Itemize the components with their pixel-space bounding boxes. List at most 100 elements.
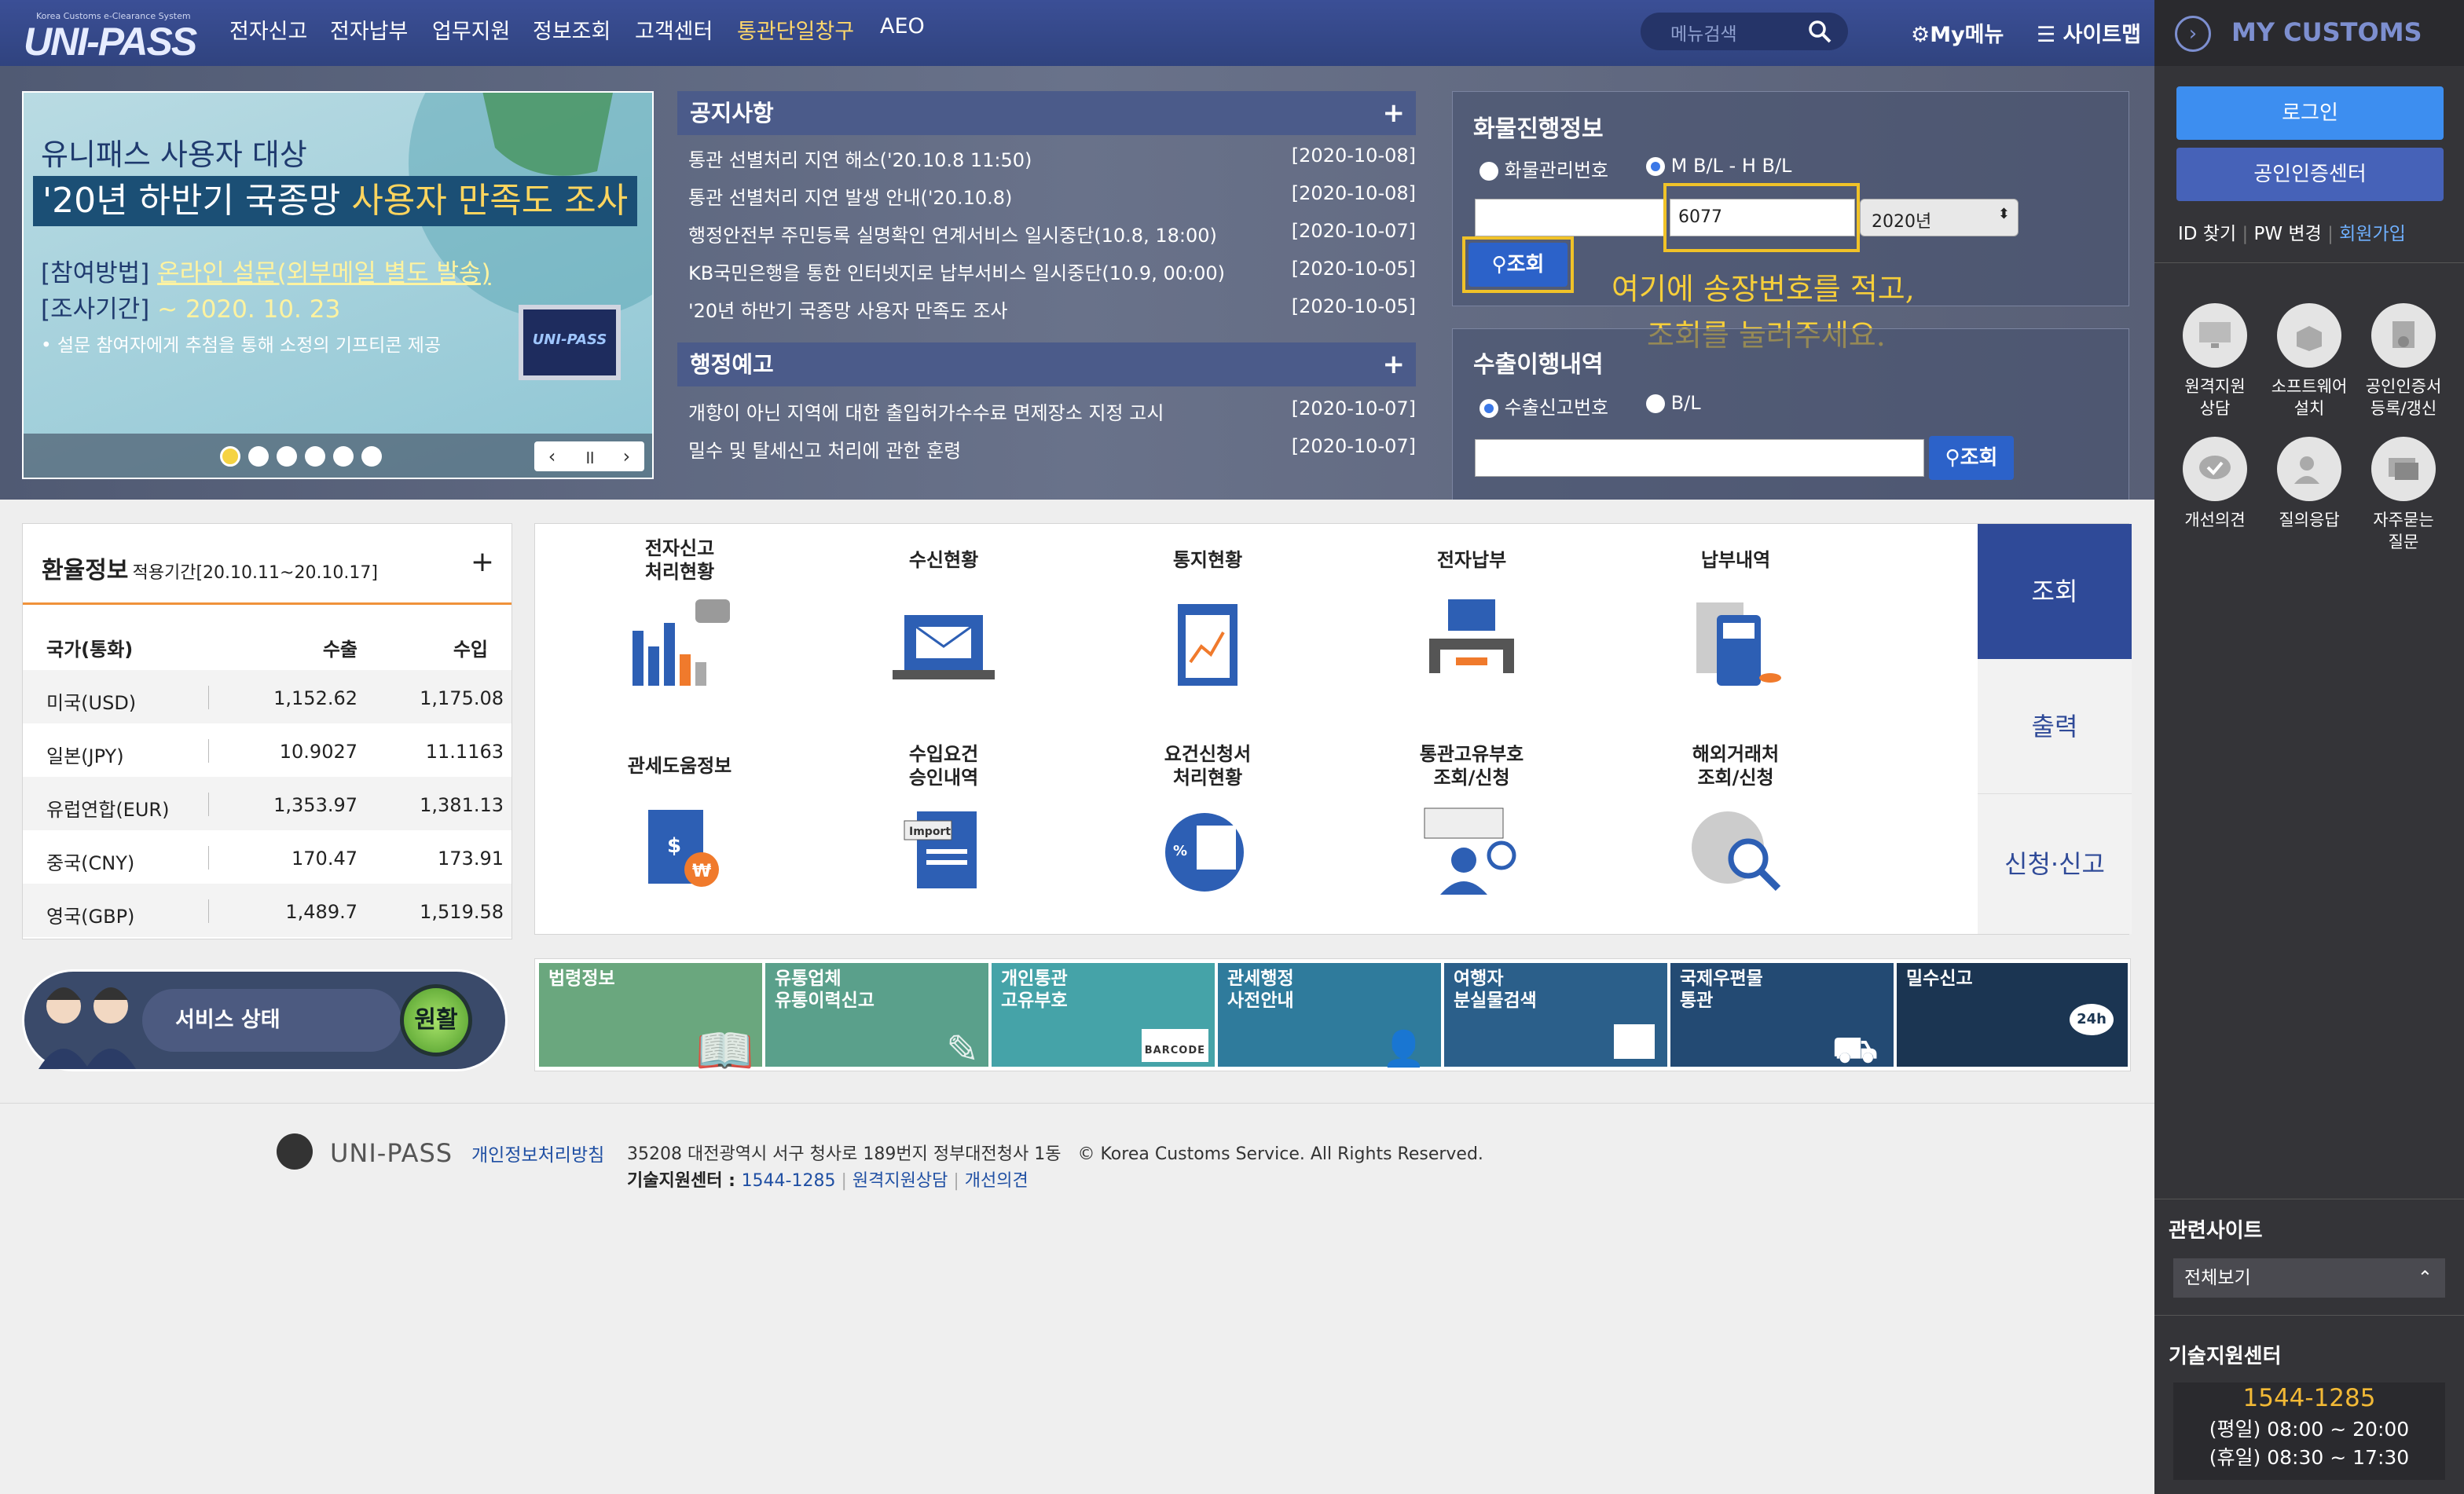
mbl-input[interactable] [1475, 199, 1665, 236]
nav-item-customer-center[interactable]: 고객센터 [635, 14, 713, 45]
nav-item-info-lookup[interactable]: 정보조회 [533, 14, 610, 45]
tile-personal-customs-code[interactable]: 개인통관 고유부호 BARCODE [992, 963, 1215, 1067]
tile-intl-mail[interactable]: 국제우편물 통관 ⛟ [1670, 963, 1894, 1067]
tile-label: 유통업체 유통이력신고 [775, 969, 874, 1011]
year-select[interactable]: 2020년 ⬍ [1860, 199, 2018, 236]
next-icon[interactable]: › [623, 445, 631, 467]
footer-address: 35208 대전광역시 서구 청사로 189번지 정부대전청사 1동 [627, 1144, 1062, 1164]
plus-icon[interactable]: + [1383, 342, 1406, 386]
service-customs-help[interactable]: 관세도움정보 $ ₩ [578, 742, 782, 915]
service-label: 통지현황 [1172, 549, 1243, 571]
pagination-dot[interactable] [361, 446, 382, 467]
remote-support-button[interactable]: 원격지원 상담 [2172, 303, 2258, 419]
tab-apply[interactable]: 신청·신고 [1978, 794, 2132, 934]
footer-remote-support-link[interactable]: 원격지원상담 [852, 1171, 948, 1191]
cargo-search-button[interactable]: ⚲조회 [1468, 243, 1568, 287]
prev-icon[interactable]: ‹ [548, 445, 556, 467]
nav-item-single-window[interactable]: 통관단일창구 [737, 14, 854, 45]
account-links: ID 찾기 | PW 변경 | 회원가입 [2178, 224, 2406, 244]
service-receive-status[interactable]: 수신현황 [842, 536, 1046, 709]
nav-item-electronic-declaration[interactable]: 전자신고 [229, 14, 307, 45]
list-item[interactable]: 개항이 아닌 지역에 대한 출입허가수수료 면제장소 지정 고시 [2020-10… [688, 397, 1416, 435]
cargo-tracking-panel: 화물진행정보 화물관리번호 M B/L - H B/L 6077 2020년 ⬍ … [1452, 91, 2129, 306]
notice-header: 공지사항 + [677, 91, 1416, 135]
find-id-link[interactable]: ID 찾기 [2178, 224, 2236, 244]
related-sites-select[interactable]: 전체보기 ⌃ [2173, 1258, 2445, 1298]
footer-address-line: 35208 대전광역시 서구 청사로 189번지 정부대전청사 1동 © Kor… [627, 1140, 1483, 1165]
radio-selected[interactable] [1480, 399, 1498, 418]
export-option-bl[interactable]: B/L [1646, 392, 1701, 414]
pagination-dot-active[interactable] [220, 446, 240, 467]
unipass-logo[interactable]: Korea Customs e-Clearance System UNI-PAS… [22, 8, 197, 64]
tile-label: 개인통관 고유부호 [1001, 969, 1068, 1011]
radio-unselected[interactable] [1480, 162, 1498, 181]
sitemap-link[interactable]: ☰ 사이트맵 [2037, 17, 2141, 48]
list-item[interactable]: 통관 선별처리 지연 발생 안내('20.10.8) [2020-10-08] [688, 182, 1416, 220]
notice-item-text: 통관 선별처리 지연 발생 안내('20.10.8) [688, 187, 1013, 209]
chevron-right-icon[interactable]: › [2175, 16, 2211, 52]
sitemap-label: 사이트맵 [2062, 23, 2141, 47]
service-status-widget: 서비스 상태 원활 [22, 969, 508, 1071]
my-menu-link[interactable]: ⚙My메뉴 [1911, 17, 2004, 48]
list-item[interactable]: 행정안전부 주민등록 실명확인 연계서비스 일시중단(10.8, 18:00) [… [688, 220, 1416, 258]
nav-item-business-support[interactable]: 업무지원 [432, 14, 510, 45]
tab-lookup[interactable]: 조회 [1978, 524, 2132, 659]
pagination-dot[interactable] [248, 446, 269, 467]
service-customs-code[interactable]: 통관고유부호 조회/신청 [1370, 742, 1574, 915]
pagination-dot[interactable] [305, 446, 325, 467]
plus-icon[interactable]: + [471, 546, 494, 578]
staff-illustration-icon [38, 987, 136, 1069]
qna-button[interactable]: 질의응답 [2266, 437, 2352, 531]
hbl-input[interactable]: 6077 [1670, 199, 1855, 236]
tile-lost-items[interactable]: 여행자 분실물검색 [1444, 963, 1667, 1067]
pagination-dot[interactable] [277, 446, 297, 467]
search-icon[interactable] [1807, 19, 1832, 47]
tile-smuggling-report[interactable]: 밀수신고 24h [1897, 963, 2128, 1067]
footer-support-line: 기술지원센터 : 1544-1285 | 원격지원상담 | 개선의견 [627, 1171, 1028, 1191]
software-install-button[interactable]: 소프트웨어 설치 [2266, 303, 2352, 419]
tile-legal-info[interactable]: 법령정보 📖 [539, 963, 762, 1075]
service-declaration-status[interactable]: 전자신고 처리현황 [578, 536, 782, 709]
cert-center-button[interactable]: 공인인증센터 [2176, 148, 2444, 201]
service-notification-status[interactable]: 통지현황 [1106, 536, 1310, 709]
menu-search-input[interactable]: 메뉴검색 [1641, 13, 1848, 50]
footer-feedback-link[interactable]: 개선의견 [965, 1171, 1028, 1191]
signup-link[interactable]: 회원가입 [2339, 224, 2406, 244]
radio-selected[interactable] [1646, 157, 1665, 176]
service-import-approval[interactable]: 수입요건 승인내역 Import [842, 742, 1046, 915]
related-sites-title: 관련사이트 [2169, 1219, 2263, 1243]
service-requirement-application[interactable]: 요건신청서 처리현황% [1106, 742, 1310, 915]
nav-item-aeo[interactable]: AEO [880, 14, 925, 38]
export-option-decl-no[interactable]: 수출신고번호 [1480, 392, 1608, 419]
certificate-renew-button[interactable]: 공인인증서 등록/갱신 [2360, 303, 2447, 419]
survey-banner[interactable]: 유니패스 사용자 대상 '20년 하반기 국종망 사용자 만족도 조사 [참여방… [22, 91, 654, 479]
pagination-dot[interactable] [333, 446, 354, 467]
tile-label: 관세행정 사전안내 [1227, 969, 1294, 1011]
tile-distribution-report[interactable]: 유통업체 유통이력신고 ✎ [765, 963, 988, 1069]
change-pw-link[interactable]: PW 변경 [2254, 224, 2322, 244]
service-overseas-partner[interactable]: 해외거래처 조회/신청 [1634, 742, 1838, 915]
plus-icon[interactable]: + [1383, 91, 1406, 135]
list-item[interactable]: 통관 선별처리 지연 해소('20.10.8 11:50) [2020-10-08… [688, 145, 1416, 182]
export-search-button[interactable]: ⚲조회 [1929, 436, 2014, 480]
cargo-option-mgmt-no[interactable]: 화물관리번호 [1480, 155, 1608, 182]
cargo-option-bl[interactable]: M B/L - H B/L [1646, 155, 1791, 177]
privacy-policy-link[interactable]: 개인정보처리방침 [471, 1140, 604, 1166]
phone-24h-icon: 24h [2070, 1004, 2114, 1035]
login-button[interactable]: 로그인 [2176, 86, 2444, 140]
list-item[interactable]: KB국민은행을 통한 인터넷지로 납부서비스 일시중단(10.9, 00:00)… [688, 258, 1416, 295]
tab-print[interactable]: 출력 [1978, 659, 2132, 794]
service-electronic-payment[interactable]: 전자납부 [1370, 536, 1574, 709]
list-item[interactable]: '20년 하반기 국종망 사용자 만족도 조사 [2020-10-05] [688, 295, 1416, 333]
related-sites-selected: 전체보기 [2184, 1268, 2251, 1288]
percent-document-icon: % [1145, 797, 1270, 915]
faq-button[interactable]: 자주묻는 질문 [2360, 437, 2447, 553]
list-item[interactable]: 밀수 및 탈세신고 처리에 관한 훈령 [2020-10-07] [688, 435, 1416, 473]
nav-item-electronic-payment[interactable]: 전자납부 [330, 14, 408, 45]
feedback-button[interactable]: 개선의견 [2172, 437, 2258, 531]
export-input[interactable] [1475, 439, 1924, 477]
service-payment-history[interactable]: 납부내역 [1634, 536, 1838, 709]
pause-icon[interactable]: ॥ [584, 444, 595, 470]
radio-unselected[interactable] [1646, 394, 1665, 413]
tile-customs-guide[interactable]: 관세행정 사전안내 👤 [1218, 963, 1441, 1067]
